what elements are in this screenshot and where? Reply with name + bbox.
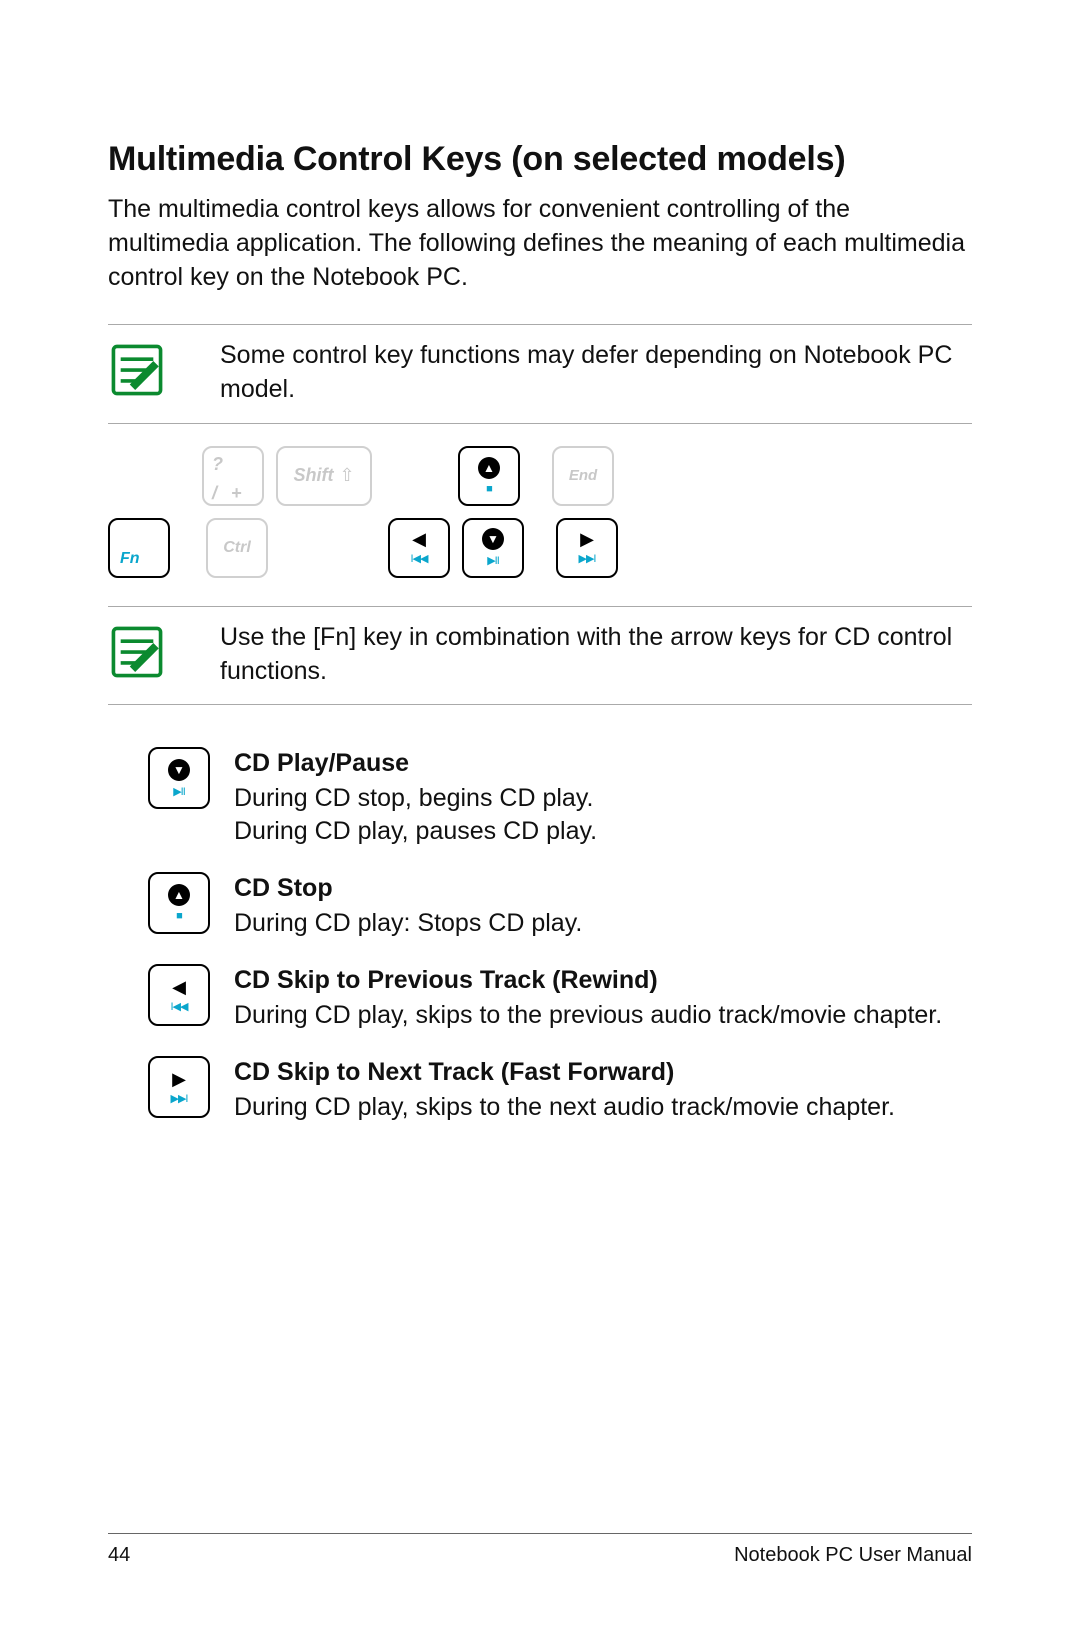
key-ctrl: Ctrl	[206, 518, 268, 578]
keyboard-diagram: ? / + Shift ⇧ ▲ ■ End Fn Ctrl ◀	[108, 446, 972, 578]
desc-body: During CD play: Stops CD play.	[234, 909, 582, 937]
key-arrow-right: ▶ ▶▶I	[556, 518, 618, 578]
desc-body: During CD stop, begins CD play. During C…	[234, 784, 597, 845]
key-slash: ? / +	[202, 446, 264, 506]
arrow-up-icon: ▲	[478, 457, 500, 479]
key-icon-play-pause: ▼ ▶II	[148, 747, 210, 809]
note-block-2: Use the [Fn] key in combination with the…	[108, 606, 972, 706]
desc-item-next: ▶ ▶▶I CD Skip to Next Track (Fast Forwar…	[108, 1056, 972, 1124]
key-end: End	[552, 446, 614, 506]
desc-title: CD Stop	[234, 872, 582, 905]
skip-next-icon: ▶▶I	[579, 552, 596, 565]
desc-title: CD Skip to Next Track (Fast Forward)	[234, 1056, 895, 1089]
desc-body: During CD play, skips to the next audio …	[234, 1093, 895, 1121]
key-icon-next: ▶ ▶▶I	[148, 1056, 210, 1118]
desc-item-prev: ◀ I◀◀ CD Skip to Previous Track (Rewind)…	[108, 964, 972, 1032]
key-arrow-up: ▲ ■	[458, 446, 520, 506]
key-icon-prev: ◀ I◀◀	[148, 964, 210, 1026]
page-heading: Multimedia Control Keys (on selected mod…	[108, 140, 972, 179]
arrow-right-icon: ▶	[580, 530, 594, 548]
skip-prev-icon: I◀◀	[411, 552, 428, 565]
key-fn: Fn	[108, 518, 170, 578]
stop-icon: ■	[486, 483, 492, 495]
page-footer: 44 Notebook PC User Manual	[108, 1533, 972, 1567]
page-number: 44	[108, 1544, 130, 1567]
desc-item-stop: ▲ ■ CD Stop During CD play: Stops CD pla…	[108, 872, 972, 940]
key-shift: Shift ⇧	[276, 446, 372, 506]
key-description-list: ▼ ▶II CD Play/Pause During CD stop, begi…	[108, 747, 972, 1124]
key-icon-stop: ▲ ■	[148, 872, 210, 934]
desc-item-play-pause: ▼ ▶II CD Play/Pause During CD stop, begi…	[108, 747, 972, 848]
arrow-left-icon: ◀	[412, 530, 426, 548]
key-arrow-down: ▼ ▶II	[462, 518, 524, 578]
arrow-down-icon: ▼	[482, 528, 504, 550]
intro-paragraph: The multimedia control keys allows for c…	[108, 193, 972, 294]
desc-title: CD Skip to Previous Track (Rewind)	[234, 964, 942, 997]
desc-body: During CD play, skips to the previous au…	[234, 1001, 942, 1029]
manual-title: Notebook PC User Manual	[734, 1544, 972, 1567]
note-block-1: Some control key functions may defer dep…	[108, 324, 972, 424]
note-text-2: Use the [Fn] key in combination with the…	[220, 617, 972, 689]
note-text-1: Some control key functions may defer dep…	[220, 335, 972, 407]
note-icon	[108, 341, 166, 399]
desc-title: CD Play/Pause	[234, 747, 597, 780]
key-arrow-left: ◀ I◀◀	[388, 518, 450, 578]
play-pause-icon: ▶II	[487, 554, 499, 567]
note-icon	[108, 623, 166, 681]
